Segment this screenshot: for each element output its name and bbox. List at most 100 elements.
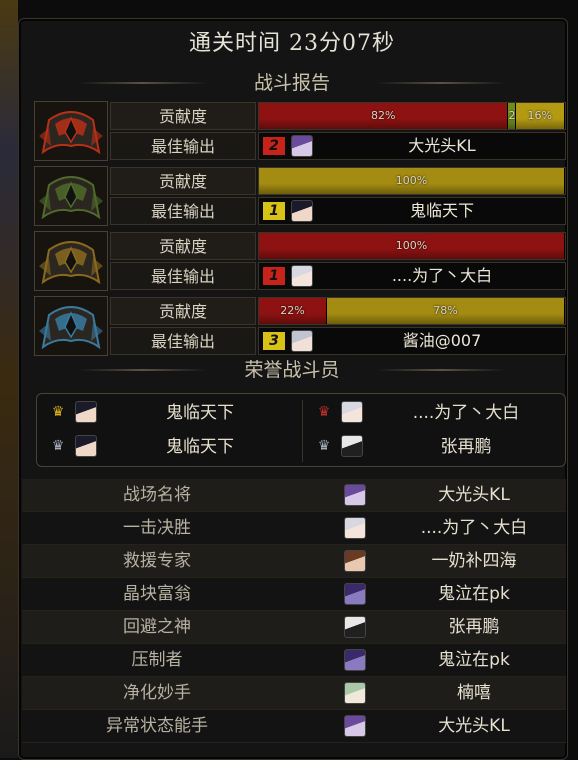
honor-title: 荣誉战斗员 bbox=[244, 359, 340, 381]
best-output-label: 最佳输出 bbox=[110, 197, 256, 225]
award-player-name: 大光头KL bbox=[438, 485, 510, 505]
brown-hair-avatar bbox=[344, 550, 366, 572]
purple-hair-avatar bbox=[344, 484, 366, 506]
best-output-cell: 3 酱油@007 bbox=[258, 327, 566, 355]
honor-entry: ♛ 张再鹏 bbox=[303, 430, 565, 464]
blue-helmet-icon bbox=[34, 296, 108, 356]
honor-entry: ♛ 鬼临天下 bbox=[37, 396, 299, 430]
contribution-segment: 16% bbox=[515, 103, 565, 129]
rank-badge: 1 bbox=[263, 267, 285, 285]
award-title: 救援专家 bbox=[123, 551, 191, 571]
purple-mask-avatar bbox=[344, 649, 366, 671]
best-output-label: 最佳输出 bbox=[110, 262, 256, 290]
best-player-name: 酱油@007 bbox=[402, 331, 482, 350]
contribution-label: 贡献度 bbox=[110, 167, 256, 195]
award-row: 回避之神 张再鹏 bbox=[22, 611, 566, 644]
white-hair-avatar bbox=[291, 265, 313, 287]
light-hair-avatar bbox=[344, 682, 366, 704]
best-output-cell: 2 大光头KL bbox=[258, 132, 566, 160]
contribution-label: 贡献度 bbox=[110, 102, 256, 130]
contribution-segment: 22% bbox=[259, 298, 327, 324]
green-helmet-icon bbox=[34, 166, 108, 226]
honor-entry: ♛ ....为了丶大白 bbox=[303, 396, 565, 430]
dark-hair-avatar bbox=[75, 401, 97, 423]
award-player-name: 鬼泣在pk bbox=[438, 650, 510, 670]
award-title: 回避之神 bbox=[123, 617, 191, 637]
header-divider-left bbox=[78, 82, 208, 84]
header-divider-right bbox=[376, 369, 506, 371]
dark-hair-avatar bbox=[291, 200, 313, 222]
award-player-name: 一奶补四海 bbox=[431, 551, 517, 571]
contribution-bar: 82%2%16% bbox=[258, 102, 566, 130]
gold-helmet-icon bbox=[34, 231, 108, 291]
award-title: 战场名将 bbox=[123, 485, 191, 505]
award-title: 一击决胜 bbox=[123, 518, 191, 538]
battle-report-title: 战斗报告 bbox=[253, 72, 330, 94]
red-crown-icon: ♛ bbox=[317, 404, 331, 420]
award-title: 净化妙手 bbox=[123, 683, 191, 703]
gold-crown-icon: ♛ bbox=[51, 404, 65, 420]
rank-badge: 1 bbox=[263, 202, 285, 220]
purple-mask-avatar bbox=[344, 583, 366, 605]
silver-hair-avatar bbox=[291, 330, 313, 352]
white-mask-avatar bbox=[341, 435, 363, 457]
team-row: 贡献度 最佳输出 100% 1 ....为了丶大白 bbox=[34, 231, 566, 291]
clear-time-title: 通关时间 23分07秒 bbox=[189, 31, 395, 56]
contribution-segment: 2% bbox=[508, 103, 516, 129]
award-player-name: 大光头KL bbox=[438, 716, 510, 736]
white-mask-avatar bbox=[344, 616, 366, 638]
contribution-bar: 100% bbox=[258, 232, 566, 260]
silver-crown-icon: ♛ bbox=[51, 438, 65, 454]
dark-hair-avatar bbox=[75, 435, 97, 457]
team-row: 贡献度最佳输出82%2%16% 2 大光头KL bbox=[34, 101, 566, 161]
purple-hair-avatar bbox=[291, 135, 313, 157]
award-row: 救援专家 一奶补四海 bbox=[22, 545, 566, 578]
award-row: 净化妙手 楠嘻 bbox=[22, 677, 566, 710]
award-row: 晶块富翁 鬼泣在pk bbox=[22, 578, 566, 611]
award-player-name: ....为了丶大白 bbox=[420, 518, 528, 538]
award-row: 战场名将 大光头KL bbox=[22, 479, 566, 512]
award-title: 压制者 bbox=[131, 650, 183, 670]
award-player-name: 张再鹏 bbox=[448, 617, 500, 637]
battle-report-header: 战斗报告 bbox=[18, 68, 566, 98]
award-row: 一击决胜 ....为了丶大白 bbox=[22, 512, 566, 545]
white-hair-avatar bbox=[341, 401, 363, 423]
contribution-bar: 22% 78% bbox=[258, 297, 566, 325]
white-hair-avatar bbox=[344, 517, 366, 539]
header-divider-right bbox=[376, 82, 506, 84]
award-player-name: 鬼泣在pk bbox=[438, 584, 510, 604]
award-player-name: 楠嘻 bbox=[457, 683, 491, 703]
rank-badge: 2 bbox=[263, 137, 285, 155]
team-row: 贡献度 最佳输出 22% 78% 3 酱油@007 bbox=[34, 296, 566, 356]
contribution-label: 贡献度 bbox=[110, 232, 256, 260]
award-title: 晶块富翁 bbox=[123, 584, 191, 604]
honor-entry: ♛ 鬼临天下 bbox=[37, 430, 299, 464]
purple-hair-avatar bbox=[344, 715, 366, 737]
best-output-label: 最佳输出 bbox=[110, 327, 256, 355]
contribution-bar: 100% bbox=[258, 167, 566, 195]
honor-player-name: ....为了丶大白 bbox=[412, 403, 520, 423]
background-edge bbox=[0, 0, 18, 758]
award-row: 异常状态能手 大光头KL bbox=[22, 710, 566, 743]
honor-header: 荣誉战斗员 bbox=[18, 355, 566, 385]
team-row: 贡献度 最佳输出 100% 1 鬼临天下 bbox=[34, 166, 566, 226]
best-output-label: 最佳输出 bbox=[110, 132, 256, 160]
red-helmet-icon bbox=[34, 101, 108, 161]
honor-player-name: 张再鹏 bbox=[440, 437, 492, 457]
best-player-name: 鬼临天下 bbox=[409, 201, 474, 220]
award-row: 压制者 鬼泣在pk bbox=[22, 644, 566, 677]
honor-player-name: 鬼临天下 bbox=[166, 403, 234, 423]
best-player-name: 大光头KL bbox=[408, 136, 476, 155]
silver-crown-icon: ♛ bbox=[317, 438, 331, 454]
honor-player-name: 鬼临天下 bbox=[166, 437, 234, 457]
best-output-cell: 1 鬼临天下 bbox=[258, 197, 566, 225]
best-output-cell: 1 ....为了丶大白 bbox=[258, 262, 566, 290]
contribution-label: 贡献度 bbox=[110, 297, 256, 325]
contribution-segment: 82% bbox=[259, 103, 509, 129]
contribution-segment: 100% bbox=[259, 233, 565, 259]
header-divider-left bbox=[78, 369, 208, 371]
contribution-segment: 78% bbox=[326, 298, 565, 324]
best-player-name: ....为了丶大白 bbox=[391, 266, 493, 285]
awards-list: 战场名将 大光头KL 一击决胜 ....为了丶大白 救援专家 一奶补四海 晶块富翁 鬼泣在pk… bbox=[22, 479, 566, 743]
contribution-segment: 100% bbox=[259, 168, 565, 194]
